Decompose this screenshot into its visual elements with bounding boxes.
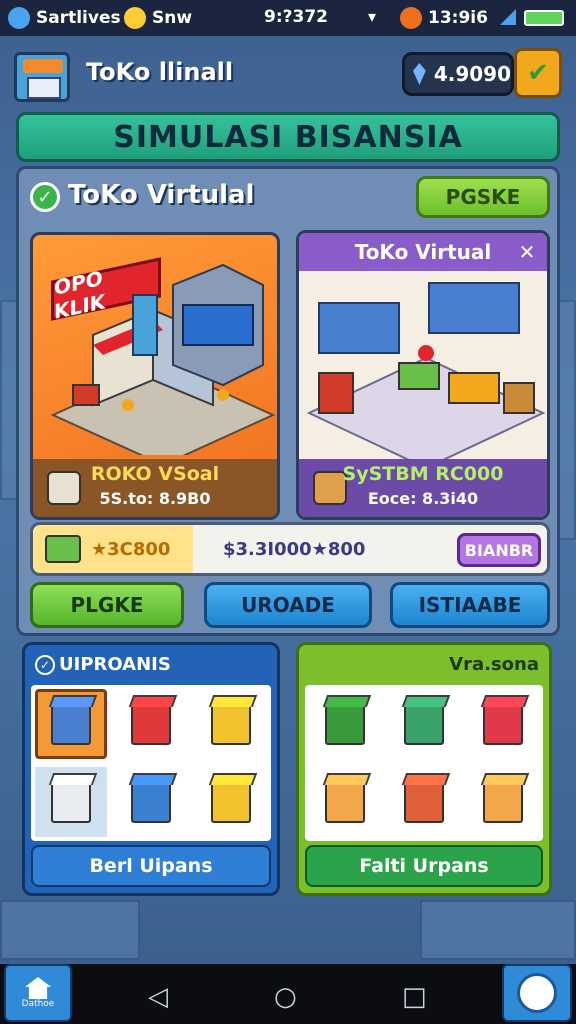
status-bar: Sartlives Snw 9:?372 ▾ 13:9i6 <box>0 0 576 36</box>
card-title: ROKO VSoal <box>90 463 220 485</box>
box-icon <box>483 781 524 823</box>
building-icon <box>51 703 91 745</box>
back-icon[interactable]: ◁ <box>148 982 168 1012</box>
item-slot[interactable] <box>111 685 191 763</box>
recents-icon[interactable]: □ <box>402 982 427 1012</box>
navigation-bar: Dathoe ◁ ○ □ <box>0 964 576 1024</box>
item-slot[interactable] <box>191 685 271 763</box>
building-icon <box>51 781 91 823</box>
gem-icon <box>413 63 426 85</box>
header: ToKo llinall 4.9090 ✔ <box>0 40 576 106</box>
shop-item-icon <box>211 703 251 745</box>
store-card-right[interactable]: ToKo Virtual ✕ SySTBM RC000 Eoce: 8.3i40 <box>296 230 550 520</box>
notification-icon <box>400 7 422 29</box>
card-title: SySTBM RC000 <box>342 463 504 485</box>
items-panel: Vra.sona Falti Urpans <box>296 642 552 896</box>
item-slot[interactable] <box>464 763 543 841</box>
close-icon[interactable]: ✕ <box>515 240 539 264</box>
home-label: Dathoe <box>21 999 55 1009</box>
shop-title: ToKo llinall <box>86 58 234 86</box>
status-mid-label: Snw <box>152 8 193 28</box>
home-icon <box>25 977 51 999</box>
resource-bar: ★3C800 $3.3I000★800 BIANBR <box>30 522 550 576</box>
card-header: ToKo Virtual ✕ <box>299 233 547 271</box>
check-icon: ✓ <box>30 182 60 212</box>
upgrades-panel: ✓ UIPROANIS Berl Uipans <box>22 642 280 896</box>
status-time: 9:?372 <box>264 7 328 27</box>
signal-icon <box>500 9 516 25</box>
item-slot[interactable] <box>35 767 107 837</box>
profile-button[interactable] <box>502 964 572 1022</box>
box-icon <box>324 781 365 823</box>
panel-header-label: UIPROANIS <box>59 653 171 675</box>
store-building-illustration <box>50 263 276 455</box>
status-left-label: Sartlives <box>36 8 121 28</box>
card-header-title: ToKo Virtual <box>354 240 492 264</box>
shop-item-icon <box>131 703 171 745</box>
bin-icon <box>324 703 365 745</box>
coin-balance: 4.9090 <box>402 52 514 96</box>
item-grid <box>31 685 271 841</box>
card-footer: ROKO VSoal 5S.to: 8.9B0 <box>33 459 277 517</box>
home-circle-icon[interactable]: ○ <box>274 982 297 1012</box>
resource-value-stars: ★3C800 <box>91 539 171 560</box>
coin-value: 4.9090 <box>433 62 511 86</box>
home-button[interactable]: Dathoe <box>4 964 72 1022</box>
status-right-time: 13:9i6 <box>428 8 488 28</box>
item-slot[interactable] <box>111 763 191 841</box>
card-subtitle: 5S.to: 8.9B0 <box>99 489 211 508</box>
app-icon <box>8 7 30 29</box>
battery-icon <box>524 10 564 26</box>
check-icon: ✔ <box>527 58 549 88</box>
add-coins-button[interactable]: ✔ <box>514 48 562 98</box>
action-button-3[interactable]: ISTIAABE <box>390 582 550 628</box>
item-slot[interactable] <box>384 763 463 841</box>
check-icon: ✓ <box>35 655 55 675</box>
shop-item-icon <box>131 781 171 823</box>
shop-item-icon <box>483 703 524 745</box>
store-card-left[interactable]: OPO KLIK ROKO VSoal 5S.to: 8.9B0 <box>30 232 280 520</box>
action-button-1[interactable]: PLGKE <box>30 582 184 628</box>
item-slot[interactable] <box>305 685 384 763</box>
item-slot[interactable] <box>191 763 271 841</box>
shop-logo-icon <box>14 52 70 102</box>
panel-header: ✓ UIPROANIS <box>25 645 277 683</box>
card-footer: SySTBM RC000 Eoce: 8.3i40 <box>299 459 547 517</box>
page-title: SIMULASI BISANSIA <box>16 112 560 162</box>
avatar <box>517 973 557 1013</box>
panel-header: Vra.sona <box>449 653 539 675</box>
wifi-icon: ▾ <box>368 7 377 26</box>
item-grid <box>305 685 543 841</box>
buy-upgrades-button[interactable]: Berl Uipans <box>31 845 271 887</box>
item-slot[interactable] <box>384 685 463 763</box>
resource-value-money: $3.3I000★800 <box>223 539 366 560</box>
panel-action-button[interactable]: PGSKE <box>416 176 550 218</box>
card-subtitle: Eoce: 8.3i40 <box>367 489 479 508</box>
emoji-icon <box>124 7 146 29</box>
upgrade-button[interactable]: UROADE <box>204 582 372 628</box>
resource-button[interactable]: BIANBR <box>457 533 541 567</box>
panel-title: ToKo Virtulal <box>68 180 255 210</box>
item-slot[interactable] <box>35 689 107 759</box>
item-slot[interactable] <box>464 685 543 763</box>
item-slot[interactable] <box>305 763 384 841</box>
cart-icon <box>403 781 444 823</box>
buy-items-button[interactable]: Falti Urpans <box>305 845 543 887</box>
shop-item-icon <box>403 703 444 745</box>
cart-icon <box>45 535 81 563</box>
store-interior-illustration <box>306 282 546 463</box>
shop-item-icon <box>211 781 251 823</box>
